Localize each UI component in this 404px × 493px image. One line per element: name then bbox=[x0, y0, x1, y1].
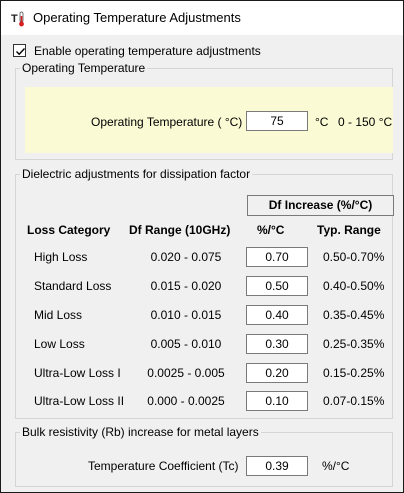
typical-range-value: 0.25-0.35% bbox=[323, 337, 385, 351]
operating-temperature-input[interactable]: 75 bbox=[246, 111, 308, 131]
title-bar[interactable]: T Operating Temperature Adjustments bbox=[1, 1, 403, 35]
loss-category-label: Low Loss bbox=[34, 337, 85, 351]
loss-category-label: Standard Loss bbox=[34, 279, 112, 293]
loss-category-label: Mid Loss bbox=[34, 308, 83, 322]
loss-row-ultra-low-2: Ultra-Low Loss II 0.000 - 0.0025 0.10 0.… bbox=[1, 391, 404, 413]
column-header-category: Loss Category bbox=[27, 223, 111, 237]
df-increase-input[interactable]: 0.70 bbox=[246, 247, 308, 267]
typical-range-value: 0.40-0.50% bbox=[323, 279, 385, 293]
loss-category-label: Ultra-Low Loss II bbox=[34, 394, 125, 408]
temperature-coefficient-input[interactable]: 0.39 bbox=[246, 456, 308, 476]
loss-row-mid: Mid Loss 0.010 - 0.015 0.40 0.35-0.45% bbox=[1, 305, 404, 327]
column-header-value: %/°C bbox=[257, 223, 285, 237]
bulk-resistivity-legend: Bulk resistivity (Rb) increase for metal… bbox=[22, 425, 259, 439]
operating-temperature-legend: Operating Temperature bbox=[22, 61, 146, 75]
operating-temperature-unit: °C bbox=[315, 115, 329, 129]
df-increase-input[interactable]: 0.40 bbox=[246, 305, 308, 325]
enable-adjustments-label[interactable]: Enable operating temperature adjustments bbox=[34, 44, 261, 58]
svg-text:T: T bbox=[11, 13, 18, 25]
df-increase-input[interactable]: 0.30 bbox=[246, 334, 308, 354]
loss-category-label: High Loss bbox=[34, 250, 88, 264]
column-header-typical: Typ. Range bbox=[317, 223, 381, 237]
loss-row-standard: Standard Loss 0.015 - 0.020 0.50 0.40-0.… bbox=[1, 276, 404, 298]
column-header-range: Df Range (10GHz) bbox=[129, 223, 231, 237]
df-range-value: 0.005 - 0.010 bbox=[150, 337, 222, 351]
typical-range-value: 0.50-0.70% bbox=[323, 250, 385, 264]
loss-row-low: Low Loss 0.005 - 0.010 0.30 0.25-0.35% bbox=[1, 334, 404, 356]
dielectric-adjustments-legend: Dielectric adjustments for dissipation f… bbox=[22, 167, 251, 181]
loss-category-label: Ultra-Low Loss I bbox=[34, 366, 121, 380]
typical-range-value: 0.07-0.15% bbox=[323, 394, 385, 408]
loss-row-ultra-low-1: Ultra-Low Loss I 0.0025 - 0.005 0.20 0.1… bbox=[1, 363, 404, 385]
temperature-coefficient-label: Temperature Coefficient (Tc) bbox=[88, 459, 239, 473]
df-range-value: 0.020 - 0.075 bbox=[150, 250, 222, 264]
enable-adjustments-checkbox[interactable] bbox=[13, 44, 26, 57]
typical-range-value: 0.15-0.25% bbox=[323, 366, 385, 380]
dialog-window: T Operating Temperature Adjustments Enab… bbox=[0, 0, 404, 493]
thermometer-icon: T bbox=[11, 11, 25, 27]
df-range-value: 0.015 - 0.020 bbox=[150, 279, 222, 293]
df-increase-input[interactable]: 0.20 bbox=[246, 363, 308, 383]
operating-temperature-label: Operating Temperature ( °C) bbox=[91, 115, 243, 129]
df-range-value: 0.0025 - 0.005 bbox=[147, 366, 225, 380]
df-range-value: 0.000 - 0.0025 bbox=[147, 394, 225, 408]
df-increase-input[interactable]: 0.10 bbox=[246, 391, 308, 411]
bulk-resistivity-group: Bulk resistivity (Rb) increase for metal… bbox=[15, 425, 393, 487]
window-title: Operating Temperature Adjustments bbox=[33, 10, 241, 25]
df-increase-input[interactable]: 0.50 bbox=[246, 276, 308, 296]
df-increase-header: Df Increase (%/°C) bbox=[247, 195, 394, 216]
temperature-coefficient-unit: %/°C bbox=[322, 459, 350, 473]
typical-range-value: 0.35-0.45% bbox=[323, 308, 385, 322]
operating-temperature-range: 0 - 150 °C bbox=[338, 115, 393, 129]
loss-row-high: High Loss 0.020 - 0.075 0.70 0.50-0.70% bbox=[1, 247, 404, 269]
checkmark-icon bbox=[16, 48, 26, 56]
df-range-value: 0.010 - 0.015 bbox=[150, 308, 222, 322]
